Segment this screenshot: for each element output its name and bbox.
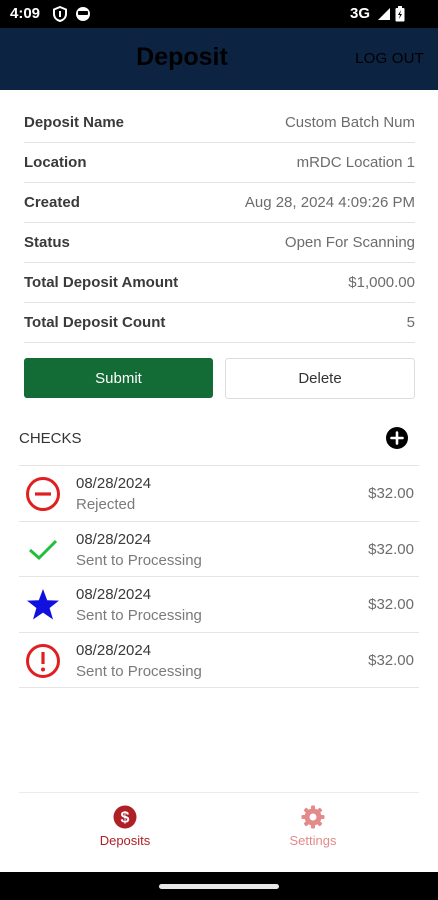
nav-item-deposits[interactable]: $ Deposits xyxy=(55,793,195,859)
status-bar: 4:09 3G xyxy=(0,0,438,28)
check-date: 08/28/2024 xyxy=(76,641,152,659)
gear-icon xyxy=(301,805,325,829)
detail-label: Total Deposit Amount xyxy=(24,274,179,291)
check-status: Sent to Processing xyxy=(76,662,202,680)
detail-row-status: Status Open For Scanning xyxy=(24,223,415,263)
star-icon xyxy=(27,589,59,620)
check-list-item[interactable]: 08/28/2024 Sent to Processing $32.00 xyxy=(19,577,419,633)
detail-row-total-count: Total Deposit Count 5 xyxy=(24,303,415,343)
detail-label: Created xyxy=(24,194,80,211)
deposit-actions: Submit Delete xyxy=(24,358,415,399)
bottom-nav: $ Deposits Settings xyxy=(19,792,419,858)
detail-value: Aug 28, 2024 4:09:26 PM xyxy=(244,194,415,211)
battery-icon xyxy=(395,6,405,22)
check-amount: $32.00 xyxy=(368,540,414,558)
check-date: 08/28/2024 xyxy=(76,530,152,548)
home-indicator[interactable] xyxy=(159,884,279,889)
nav-item-settings[interactable]: Settings xyxy=(243,793,383,859)
app-header: Deposit LOG OUT xyxy=(0,28,438,90)
detail-value: mRDC Location 1 xyxy=(296,154,415,171)
check-list: 08/28/2024 Rejected $32.00 08/28/2024 Se… xyxy=(19,465,419,688)
detail-label: Location xyxy=(24,154,87,171)
face-icon xyxy=(76,7,90,21)
plus-circle-icon[interactable] xyxy=(385,426,409,450)
detail-row-location: Location mRDC Location 1 xyxy=(24,143,415,183)
check-date: 08/28/2024 xyxy=(76,586,152,603)
signal-icon xyxy=(378,8,390,20)
network-type: 3G xyxy=(350,5,371,22)
check-status: Sent to Processing xyxy=(76,551,202,569)
minus-circle-icon xyxy=(26,477,60,511)
check-list-item[interactable]: 08/28/2024 Sent to Processing $32.00 xyxy=(19,522,419,577)
page-title: Deposit xyxy=(136,43,228,71)
nav-label-settings: Settings xyxy=(289,833,337,848)
detail-label: Status xyxy=(24,234,70,251)
checks-heading: CHECKS xyxy=(19,430,82,447)
check-list-item[interactable]: 08/28/2024 Rejected $32.00 xyxy=(19,466,419,522)
check-amount: $32.00 xyxy=(368,651,414,669)
checkmark-icon xyxy=(29,539,58,560)
logout-button[interactable]: LOG OUT xyxy=(355,50,424,67)
check-amount: $32.00 xyxy=(368,596,414,613)
check-date: 08/28/2024 xyxy=(76,475,152,492)
check-list-item[interactable]: 08/28/2024 Sent to Processing $32.00 xyxy=(19,633,419,688)
delete-button[interactable]: Delete xyxy=(225,358,415,399)
detail-value: 5 xyxy=(406,314,415,331)
checks-header: CHECKS xyxy=(19,424,415,454)
shield-icon xyxy=(53,6,67,22)
svg-text:$: $ xyxy=(121,810,130,827)
deposit-details: Deposit Name Custom Batch Num Location m… xyxy=(24,103,415,343)
check-amount: $32.00 xyxy=(368,485,414,502)
dollar-circle-icon: $ xyxy=(113,805,137,829)
check-status: Rejected xyxy=(76,496,136,513)
detail-row-created: Created Aug 28, 2024 4:09:26 PM xyxy=(24,183,415,223)
status-time: 4:09 xyxy=(10,5,41,22)
system-navigation-bar xyxy=(0,872,438,900)
exclamation-circle-icon xyxy=(26,643,60,678)
detail-row-total-amount: Total Deposit Amount $1,000.00 xyxy=(24,263,415,303)
detail-row-deposit-name: Deposit Name Custom Batch Num xyxy=(24,103,415,143)
detail-label: Deposit Name xyxy=(24,114,125,131)
nav-label-deposits: Deposits xyxy=(99,833,151,848)
detail-value: $1,000.00 xyxy=(348,274,415,291)
detail-value: Open For Scanning xyxy=(284,234,415,251)
check-status: Sent to Processing xyxy=(76,607,202,624)
detail-label: Total Deposit Count xyxy=(24,314,166,331)
detail-value: Custom Batch Num xyxy=(284,114,415,131)
submit-button[interactable]: Submit xyxy=(24,358,213,398)
